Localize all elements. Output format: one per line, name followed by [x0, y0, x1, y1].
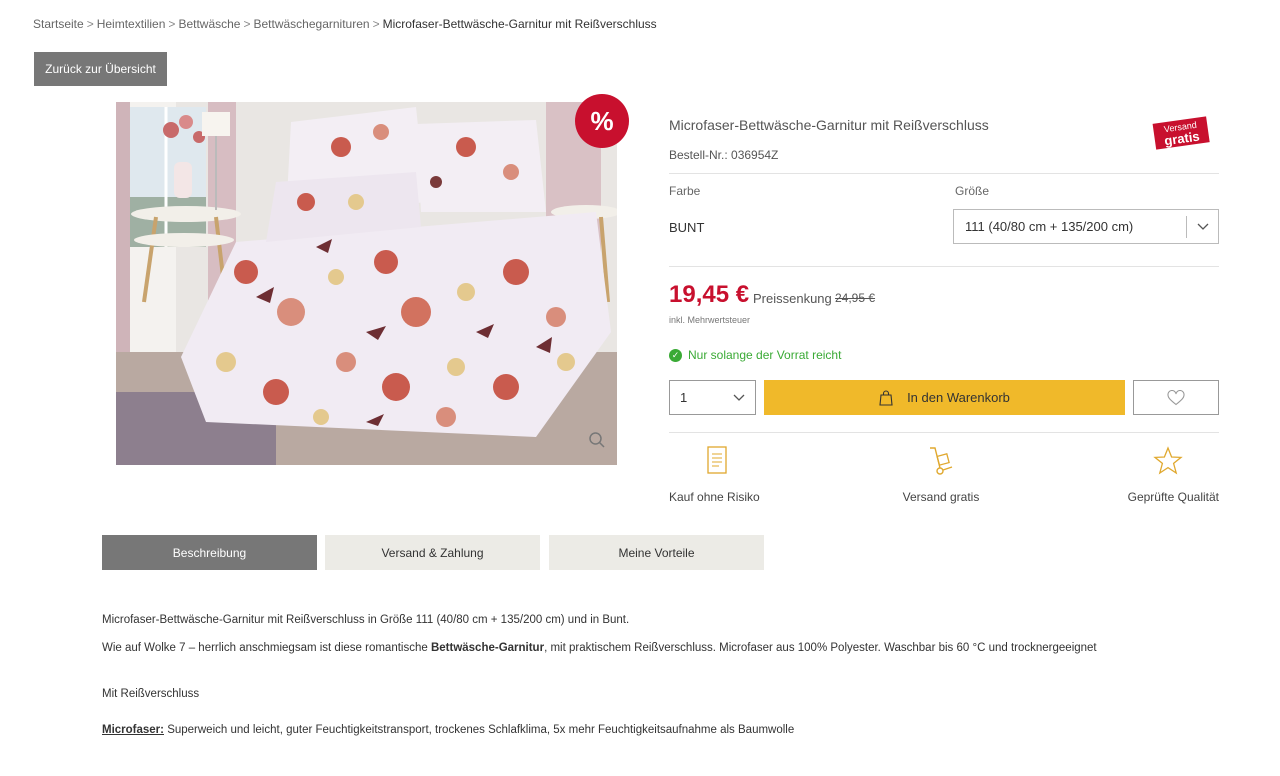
breadcrumb-home[interactable]: Startseite	[33, 17, 84, 31]
divider	[669, 432, 1219, 433]
sale-badge: %	[575, 94, 629, 148]
document-icon	[669, 446, 765, 478]
size-select[interactable]: 111 (40/80 cm + 135/200 cm)	[953, 209, 1219, 244]
current-price: 19,45 €	[669, 281, 750, 308]
feature-gepruefte-qualitaet: Geprüfte Qualität	[1115, 446, 1219, 504]
quantity-value: 1	[680, 390, 688, 405]
description-heading: Mit Reißverschluss	[102, 688, 200, 700]
stock-text: Nur solange der Vorrat reicht	[688, 348, 842, 362]
wishlist-button[interactable]	[1133, 380, 1219, 415]
quantity-select[interactable]: 1	[669, 380, 756, 415]
divider	[669, 266, 1219, 267]
add-to-cart-button[interactable]: In den Warenkorb	[764, 380, 1125, 415]
feature-versand-gratis: Versand gratis	[891, 446, 991, 504]
star-icon	[1115, 446, 1219, 478]
breadcrumb-heimtextilien[interactable]: Heimtextilien	[97, 17, 166, 31]
description-body: Wie auf Wolke 7 – herrlich anschmiegsam …	[102, 642, 1097, 654]
breadcrumb: Startseite > Heimtextilien > Bettwäsche > Bett…	[33, 17, 657, 31]
bedding-photo	[116, 102, 617, 465]
breadcrumb-bettwaeschegarnituren[interactable]: Bettwäschegarnituren	[254, 17, 370, 31]
color-label: Farbe	[669, 184, 701, 198]
description-body-text: Wie auf Wolke 7 – herrlich anschmiegsam …	[102, 642, 431, 654]
product-image[interactable]	[116, 102, 617, 465]
feature-label: Kauf ohne Risiko	[669, 490, 760, 504]
tab-versand-zahlung[interactable]: Versand & Zahlung	[325, 535, 540, 570]
description-material: Microfaser: Superweich und leicht, guter…	[102, 724, 794, 736]
size-select-value: 111 (40/80 cm + 135/200 cm)	[965, 219, 1134, 234]
divider	[669, 173, 1219, 174]
color-value: BUNT	[669, 220, 705, 235]
description-intro: Microfaser-Bettwäsche-Garnitur mit Reißv…	[102, 614, 630, 626]
breadcrumb-current: Microfaser-Bettwäsche-Garnitur mit Reißv…	[382, 17, 657, 31]
order-number: Bestell-Nr.: 036954Z	[669, 148, 779, 162]
size-label: Größe	[955, 184, 990, 198]
back-to-overview-button[interactable]: Zurück zur Übersicht	[34, 52, 167, 86]
shopping-bag-icon	[879, 389, 893, 406]
feature-label: Versand gratis	[902, 490, 980, 504]
material-label: Microfaser:	[102, 724, 164, 736]
old-price: 24,95 €	[835, 291, 876, 305]
breadcrumb-separator: >	[86, 17, 94, 31]
tab-meine-vorteile[interactable]: Meine Vorteile	[549, 535, 764, 570]
chevron-down-icon	[733, 394, 755, 402]
description-body-text: , mit praktischem Reißverschluss. Microf…	[544, 642, 1097, 654]
description-body-bold: Bettwäsche-Garnitur	[430, 642, 545, 654]
zoom-icon[interactable]	[588, 431, 606, 449]
stock-status: ✓ Nur solange der Vorrat reicht	[669, 348, 841, 362]
chevron-down-icon	[1186, 215, 1218, 238]
tab-beschreibung[interactable]: Beschreibung	[102, 535, 317, 570]
feature-kauf-ohne-risiko: Kauf ohne Risiko	[669, 446, 765, 504]
tax-note: inkl. Mehrwertsteuer	[669, 315, 751, 325]
heart-icon	[1167, 389, 1185, 405]
versand-gratis-logo: Versand gratis	[1152, 116, 1210, 150]
product-title: Microfaser-Bettwäsche-Garnitur mit Reißv…	[669, 117, 989, 133]
breadcrumb-bettwaesche[interactable]: Bettwäsche	[178, 17, 240, 31]
material-text: Superweich und leicht, guter Feuchtigkei…	[164, 724, 795, 736]
price-reduction-label: Preissenkung	[753, 291, 832, 306]
add-to-cart-label: In den Warenkorb	[907, 390, 1010, 405]
check-circle-icon: ✓	[669, 348, 682, 362]
breadcrumb-separator: >	[243, 17, 251, 31]
hand-truck-icon	[891, 446, 991, 478]
breadcrumb-separator: >	[168, 17, 176, 31]
feature-label: Geprüfte Qualität	[1127, 490, 1219, 504]
breadcrumb-separator: >	[372, 17, 380, 31]
